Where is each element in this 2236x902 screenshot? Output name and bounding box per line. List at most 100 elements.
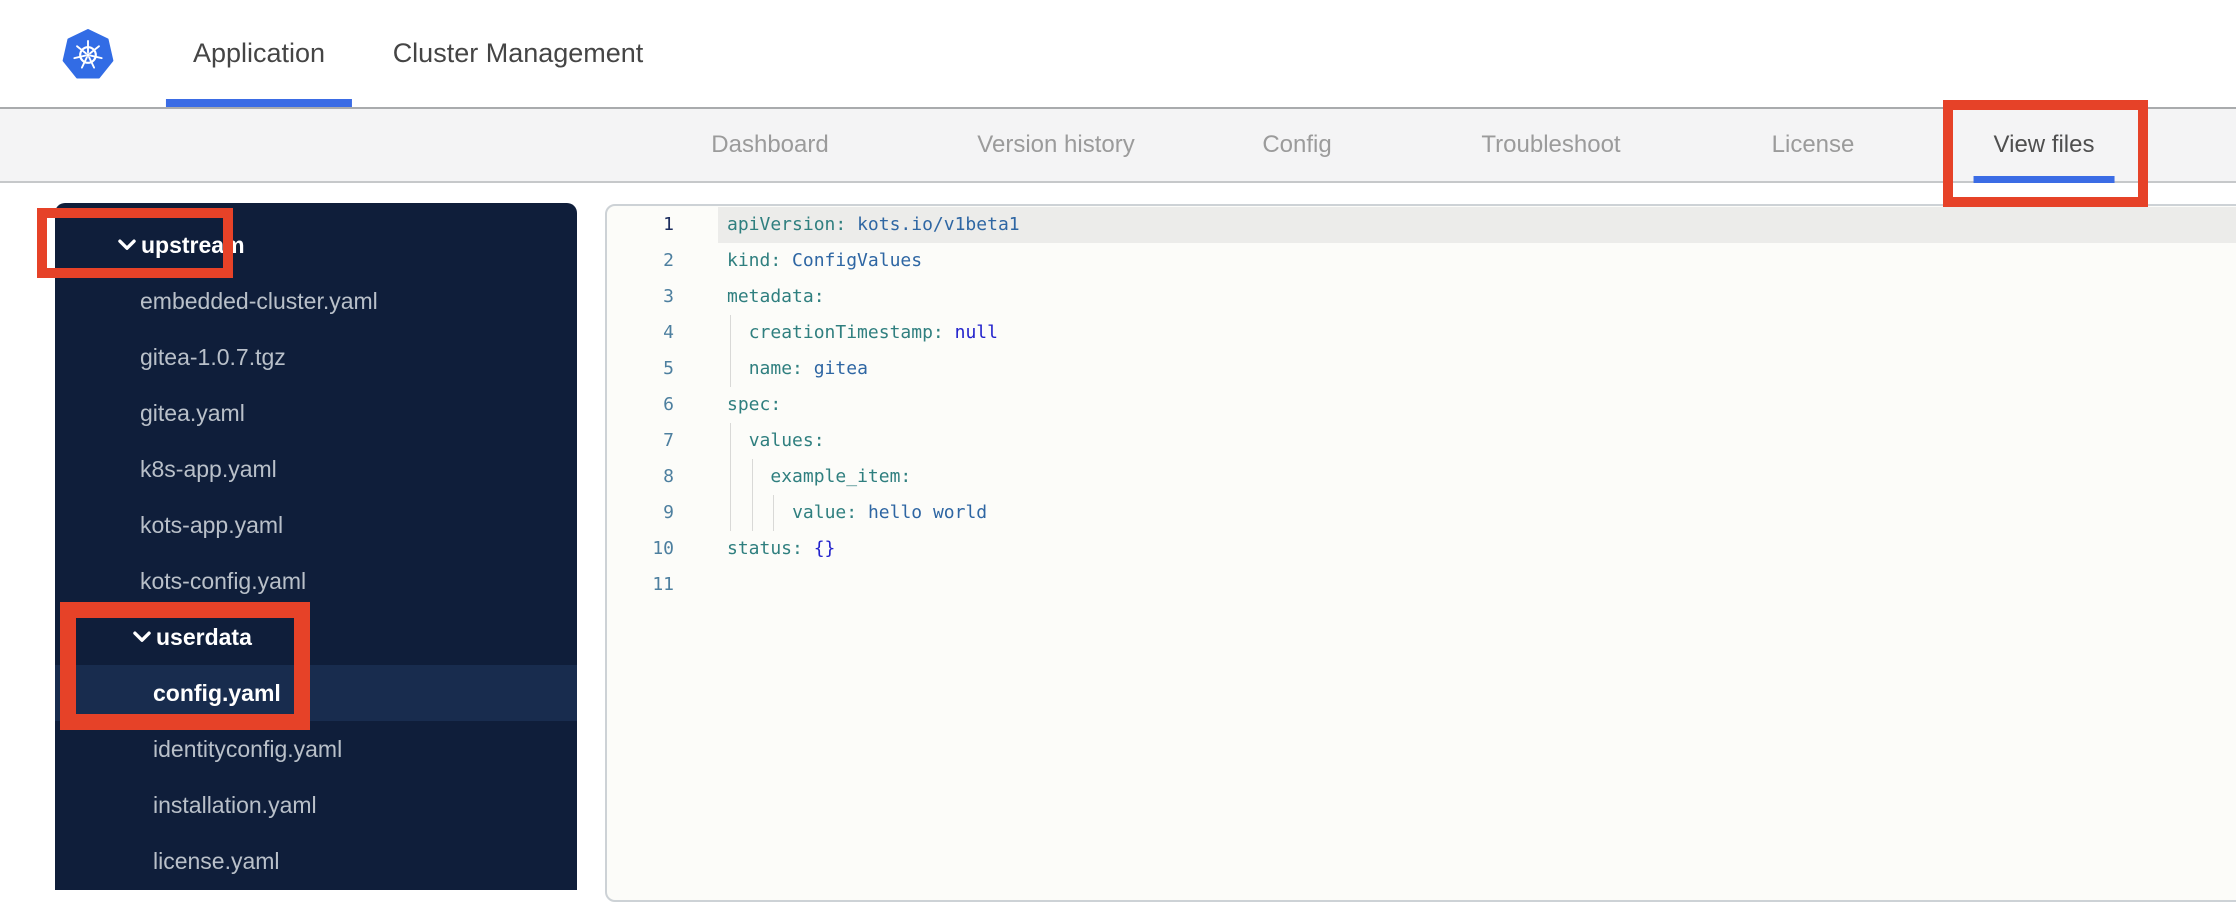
code-line-5: 5 name: gitea [607,351,2236,387]
code-line-4: 4 creationTimestamp: null [607,315,2236,351]
code-line-9: 9 value: hello world [607,495,2236,531]
line-number: 11 [652,574,674,595]
token-value: kots.io/v1beta1 [857,214,1020,235]
tree-file-kots-config-yaml[interactable]: kots-config.yaml [55,553,577,609]
code-line-text: status: {} [727,531,835,567]
tree-file-config-yaml[interactable]: config.yaml [55,665,577,721]
line-number: 7 [663,430,674,451]
nav-tab-view-files[interactable]: View files [1973,109,2115,183]
app-header: Application Cluster Management [0,0,2236,107]
line-number: 6 [663,394,674,415]
token-key: example_item: [770,466,912,487]
line-number: 2 [663,250,674,271]
token-key: name: [748,358,803,379]
tree-item-label: kots-config.yaml [140,567,307,594]
code-line-8: 8 example_item: [607,459,2236,495]
tree-file-identityconfig-yaml[interactable]: identityconfig.yaml [55,721,577,777]
tree-file-installation-yaml[interactable]: installation.yaml [55,777,577,833]
tree-file-license-yaml[interactable]: license.yaml [55,833,577,889]
nav-tab-dashboard[interactable]: Dashboard [691,109,848,181]
code-line-text: values: [727,423,825,459]
tree-file-kots-app-yaml[interactable]: kots-app.yaml [55,497,577,553]
code-line-text: name: gitea [727,351,868,387]
tree-folder-userdata[interactable]: userdata [55,609,577,665]
code-viewer[interactable]: 1 apiVersion: kots.io/v1beta1 2 kind: Confi… [605,204,2236,902]
token-key: kind: [727,250,782,271]
tree-folder-upstream[interactable]: upstream [55,217,577,273]
tree-item-label: config.yaml [153,679,281,706]
line-number: 4 [663,322,674,343]
token-key: value: [792,502,858,523]
token-keyword: null [954,322,998,343]
token-value: ConfigValues [792,250,923,271]
line-number: 5 [663,358,674,379]
nav-tab-label: Config [1262,131,1332,158]
tree-item-label: kots-app.yaml [140,511,284,538]
code-line-1: 1 apiVersion: kots.io/v1beta1 [607,207,2236,243]
kubernetes-logo-icon [62,29,114,79]
line-number: 1 [663,214,674,235]
app-navbar: Dashboard Version history Config Troublesho… [0,107,2236,183]
tree-file-gitea-yaml[interactable]: gitea.yaml [55,385,577,441]
code-line-text: creationTimestamp: null [727,315,998,351]
tree-item-label: embedded-cluster.yaml [140,287,378,314]
tree-file-embedded-cluster-yaml[interactable]: embedded-cluster.yaml [55,273,577,329]
chevron-down-icon [118,239,136,250]
token-key: spec: [727,394,782,415]
line-number: 9 [663,502,674,523]
nav-tab-label: Troubleshoot [1481,131,1621,158]
token-key: values: [748,430,825,451]
code-line-text: apiVersion: kots.io/v1beta1 [727,207,1020,243]
tree-file-k8s-app-yaml[interactable]: k8s-app.yaml [55,441,577,497]
header-tab-label: Application [192,38,326,68]
nav-tab-version-history[interactable]: Version history [957,109,1154,181]
token-value: hello world [867,502,988,523]
tree-file-gitea-1-0-7-tgz[interactable]: gitea-1.0.7.tgz [55,329,577,385]
code-line-text: example_item: [727,459,911,495]
tree-item-label: identityconfig.yaml [153,735,343,762]
token-key: creationTimestamp: [748,322,944,343]
nav-tab-label: License [1771,131,1855,158]
code-line-text: kind: ConfigValues [727,243,922,279]
code-line-text: spec: [727,387,781,423]
tree-item-label: gitea.yaml [140,399,245,426]
header-tab-label: Cluster Management [392,38,644,68]
header-tab-cluster-management[interactable]: Cluster Management [366,0,671,107]
tree-item-label: license.yaml [153,847,280,874]
tree-item-label: upstream [141,231,245,258]
code-line-text: value: hello world [727,495,987,531]
tree-item-label: installation.yaml [153,791,317,818]
token-key: metadata: [727,286,825,307]
code-line-6: 6 spec: [607,387,2236,423]
code-line-3: 3 metadata: [607,279,2236,315]
tree-item-label: k8s-app.yaml [140,455,277,482]
chevron-down-icon [133,631,151,642]
token-key: apiVersion: [727,214,847,235]
nav-tab-label: Version history [977,131,1135,158]
nav-tab-license[interactable]: License [1752,109,1875,181]
file-tree: upstream embedded-cluster.yaml gitea-1.0.7… [55,203,577,890]
line-number: 3 [663,286,674,307]
nav-tab-config[interactable]: Config [1242,109,1351,181]
nav-tab-label: Dashboard [711,131,829,158]
line-number: 8 [663,466,674,487]
code-line-11: 11 [607,567,2236,603]
token-value: gitea [813,358,868,379]
token-key: status: [727,538,803,559]
nav-tab-troubleshoot[interactable]: Troubleshoot [1461,109,1640,181]
tree-item-label: userdata [156,623,252,650]
code-line-2: 2 kind: ConfigValues [607,243,2236,279]
nav-tab-label: View files [1993,131,2095,158]
token-keyword: {} [813,538,836,559]
line-number: 10 [652,538,674,559]
code-line-text: metadata: [727,279,825,315]
code-line-7: 7 values: [607,423,2236,459]
header-tab-application[interactable]: Application [165,0,353,107]
tree-item-label: gitea-1.0.7.tgz [140,343,286,370]
